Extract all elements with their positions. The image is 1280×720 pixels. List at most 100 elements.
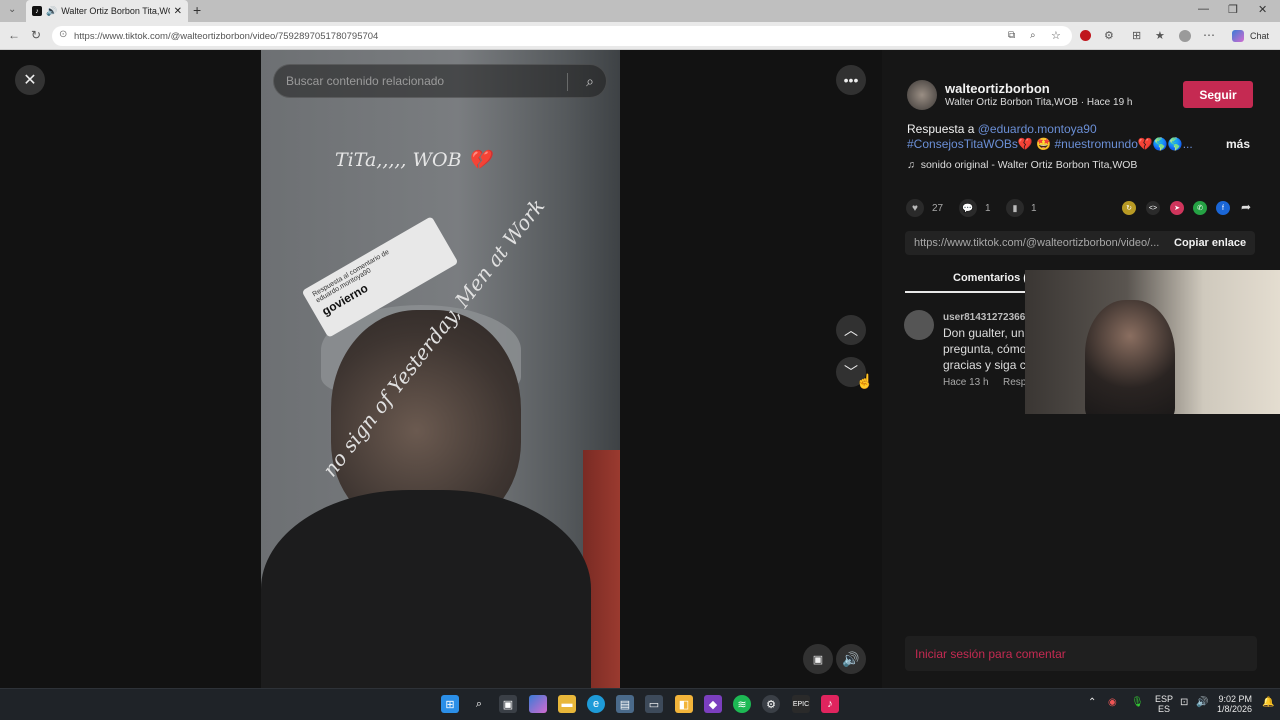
volume-icon[interactable]: 🔊 xyxy=(836,644,866,674)
comment-time: Hace 13 h xyxy=(943,377,989,388)
author-display-line: Walter Ortiz Borbon Tita,WOB · Hace 19 h xyxy=(945,97,1133,108)
video-person-body xyxy=(261,490,591,688)
caption-mention[interactable]: @eduardo.montoya90 xyxy=(978,122,1097,136)
sound-name: sonido original - Walter Ortiz Borbon Ti… xyxy=(920,159,1138,171)
restore-button[interactable]: ❐ xyxy=(1228,3,1238,16)
clock-date: 1/8/2026 xyxy=(1217,704,1253,714)
tiktok-favicon-icon: ♪ xyxy=(32,6,42,16)
collections-icon[interactable]: ★ xyxy=(1155,29,1165,42)
url-input[interactable]: ⊙ https://www.tiktok.com/@walteortizborb… xyxy=(52,26,1072,46)
minimize-button[interactable]: — xyxy=(1198,3,1209,15)
close-window-button[interactable]: ✕ xyxy=(1258,3,1267,16)
mouse-cursor-icon: ☝ xyxy=(856,373,874,389)
comment-bubble-icon[interactable]: 💬 xyxy=(959,199,977,217)
comment-reply-link[interactable]: Resp xyxy=(1003,377,1026,388)
related-search-placeholder: Buscar contenido relacionado xyxy=(286,74,445,88)
adblock-icon[interactable] xyxy=(1080,30,1091,41)
site-info-icon[interactable]: ⊙ xyxy=(59,29,67,40)
keyboard-code: ES xyxy=(1158,704,1171,714)
network-icon[interactable]: ⊡ xyxy=(1180,697,1188,708)
author-username[interactable]: walteortizborbon xyxy=(945,81,1050,96)
task-view-icon[interactable]: ▣ xyxy=(499,695,517,713)
related-search-input[interactable]: Buscar contenido relacionado ⌕ xyxy=(273,64,607,98)
video-player[interactable] xyxy=(261,50,620,688)
language-code: ESP xyxy=(1155,694,1174,704)
login-to-comment-button[interactable]: Iniciar sesión para comentar xyxy=(905,636,1257,671)
caption-prefix: Respuesta a xyxy=(907,122,978,136)
tray-chevron-up-icon[interactable]: ⌃ xyxy=(1088,697,1096,708)
send-to-friends-icon[interactable]: ➤ xyxy=(1170,201,1184,215)
clock[interactable]: 9:02 PM 1/8/2026 xyxy=(1217,694,1252,714)
search-divider xyxy=(567,73,568,91)
profile-avatar[interactable] xyxy=(1179,30,1191,42)
copy-link-button[interactable]: Copiar enlace xyxy=(1174,237,1246,249)
commenter-username[interactable]: user8143127236698 xyxy=(943,312,1036,323)
extensions-icon[interactable]: ⚙ xyxy=(1104,29,1114,42)
music-note-icon: ♫ xyxy=(907,159,915,171)
facebook-icon[interactable]: f xyxy=(1216,201,1230,215)
sound-line[interactable]: ♫ sonido original - Walter Ortiz Borbon … xyxy=(907,159,1137,171)
tray-microphone-icon[interactable]: 🎙 xyxy=(1131,697,1144,708)
share-arrow-icon[interactable]: ➦ xyxy=(1241,200,1251,214)
tab-title: Walter Ortiz Borbon Tita,WO xyxy=(61,6,170,16)
like-count: 27 xyxy=(932,203,944,214)
favorite-star-icon[interactable]: ☆ xyxy=(1051,29,1061,42)
epic-games-icon[interactable]: EPIC xyxy=(792,695,810,713)
follow-button[interactable]: Seguir xyxy=(1183,81,1253,108)
settings-app-icon[interactable]: ⚙ xyxy=(762,695,780,713)
search-icon[interactable]: ⌕ xyxy=(586,73,594,90)
close-tab-icon[interactable]: ✕ xyxy=(174,6,182,17)
comment-line-3: gracias y siga c xyxy=(943,358,1026,372)
close-video-icon[interactable]: ✕ xyxy=(15,65,45,95)
copilot-icon[interactable] xyxy=(1232,30,1244,42)
speaker-icon: 🔊 xyxy=(46,5,58,16)
file-explorer-icon[interactable]: ▬ xyxy=(558,695,576,713)
bookmark-icon[interactable]: ▮ xyxy=(1006,199,1024,217)
store-icon[interactable]: ◧ xyxy=(675,695,693,713)
more-options-icon[interactable]: ••• xyxy=(836,65,866,95)
visual-studio-icon[interactable]: ◆ xyxy=(704,695,722,713)
photos-icon[interactable]: ▤ xyxy=(616,695,634,713)
open-app-icon[interactable]: ⧉ xyxy=(1008,30,1015,41)
language-indicator[interactable]: ESP ES xyxy=(1155,694,1173,714)
share-url-box: https://www.tiktok.com/@walteortizborbon… xyxy=(905,231,1255,255)
author-avatar[interactable] xyxy=(907,80,937,110)
taskbar-search-icon[interactable]: ⌕ xyxy=(470,695,488,713)
refresh-icon[interactable]: ↻ xyxy=(31,28,41,42)
caption-tags[interactable]: #ConsejosTitaWOBs💔 🤩 #nuestromundo💔🌎🌎... xyxy=(907,137,1207,151)
windows-start-icon[interactable]: ⊞ xyxy=(441,695,459,713)
like-heart-icon[interactable]: ♥ xyxy=(906,199,924,217)
share-url-text: https://www.tiktok.com/@walteortizborbon… xyxy=(914,237,1160,249)
video-overlay-title: TiTa,,,,, WOB 💔 xyxy=(335,149,492,171)
edge-browser-icon[interactable]: e xyxy=(587,695,605,713)
floating-player-icon[interactable]: ▣ xyxy=(803,644,833,674)
tab-list-icon[interactable]: ⌄ xyxy=(8,4,16,15)
more-caption-link[interactable]: más xyxy=(1226,137,1250,151)
new-tab-button[interactable]: + xyxy=(193,2,201,18)
chevron-up-icon[interactable]: ︿ xyxy=(836,315,866,345)
url-text: https://www.tiktok.com/@walteortizborbon… xyxy=(74,30,379,42)
tiktok-taskbar-icon[interactable]: ♪ xyxy=(821,695,839,713)
notifications-icon[interactable]: 🔔 xyxy=(1262,697,1274,708)
repost-icon[interactable]: ↻ xyxy=(1122,201,1136,215)
more-menu-icon[interactable]: ⋯ xyxy=(1203,28,1215,42)
spotify-icon[interactable]: ≋ xyxy=(733,695,751,713)
commenter-avatar[interactable] xyxy=(904,310,934,340)
webcam-person xyxy=(1085,300,1175,414)
embed-code-icon[interactable]: <> xyxy=(1146,201,1160,215)
zoom-icon[interactable]: ⌕ xyxy=(1030,30,1036,41)
chat-label[interactable]: Chat xyxy=(1250,31,1269,41)
tray-app-icon[interactable]: ◉ xyxy=(1108,697,1117,708)
browser-tab[interactable]: ♪ 🔊 Walter Ortiz Borbon Tita,WO ✕ xyxy=(26,0,188,22)
save-count: 1 xyxy=(1031,203,1037,214)
clock-time: 9:02 PM xyxy=(1218,694,1253,704)
speaker-tray-icon[interactable]: 🔊 xyxy=(1196,697,1208,708)
app-window-icon[interactable]: ▭ xyxy=(645,695,663,713)
back-icon[interactable]: ← xyxy=(8,28,20,42)
webcam-overlay xyxy=(1025,270,1280,414)
split-screen-icon[interactable]: ⊞ xyxy=(1132,29,1141,42)
tabs-active-indicator xyxy=(905,291,1032,293)
tab-bar xyxy=(0,0,1280,22)
whatsapp-icon[interactable]: ✆ xyxy=(1193,201,1207,215)
copilot-taskbar-icon[interactable] xyxy=(529,695,547,713)
